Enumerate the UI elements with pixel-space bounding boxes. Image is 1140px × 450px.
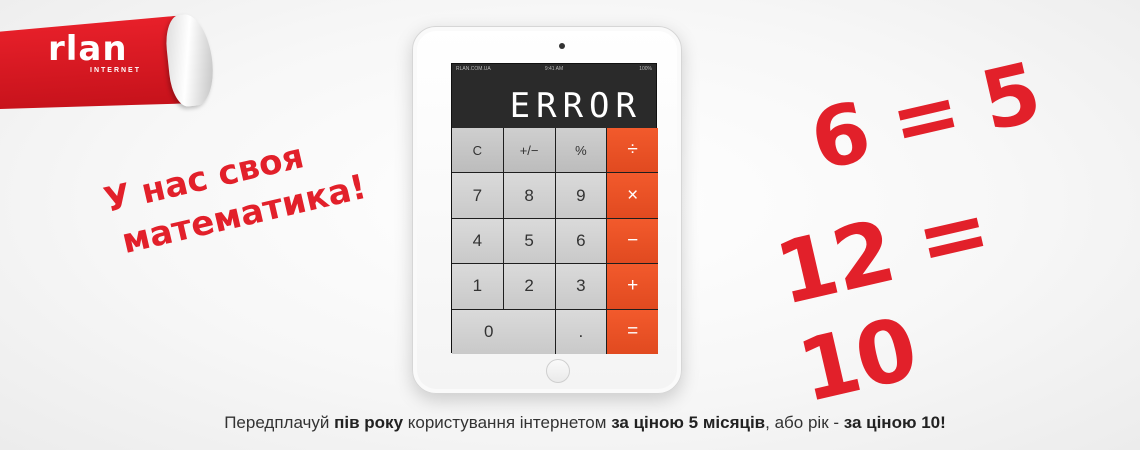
calc-key[interactable]: . bbox=[555, 309, 607, 354]
status-time: 9:41 AM bbox=[544, 66, 564, 72]
tagline-part-1: Передплачуй bbox=[224, 413, 335, 432]
calc-key[interactable]: 6 bbox=[555, 218, 607, 264]
logo-wordmark: rlan bbox=[48, 29, 128, 69]
calc-key[interactable]: 1 bbox=[452, 264, 503, 309]
calc-key[interactable]: 0 bbox=[452, 309, 555, 354]
tagline-part-2: користування інтернетом bbox=[403, 413, 612, 432]
calc-key[interactable]: 8 bbox=[503, 173, 555, 218]
calc-key[interactable]: = bbox=[607, 309, 658, 354]
equation-first: 6 = 5 bbox=[802, 45, 1048, 190]
calc-key[interactable]: % bbox=[555, 128, 607, 173]
tagline-bold-1: пів року bbox=[334, 413, 404, 432]
calc-key[interactable]: 2 bbox=[503, 264, 555, 309]
slogan: У нас своя математика! bbox=[100, 113, 412, 266]
calc-key[interactable]: 3 bbox=[555, 264, 607, 309]
calc-key[interactable]: 5 bbox=[503, 218, 555, 264]
calc-key[interactable]: + bbox=[607, 264, 658, 309]
tagline-bold-2: за ціною 5 місяців bbox=[611, 413, 766, 432]
status-battery: 100% bbox=[639, 66, 652, 72]
calc-key[interactable]: ÷ bbox=[607, 128, 658, 173]
calculator-screen: RLAN.COM.UA 9:41 AM 100% ERROR C +/−% ÷ 7 8 9… bbox=[451, 63, 658, 354]
logo-subtitle: INTERNET bbox=[90, 67, 141, 74]
tablet-device: RLAN.COM.UA 9:41 AM 100% ERROR C +/−% ÷ 7 8 9… bbox=[412, 26, 682, 394]
calc-key[interactable]: − bbox=[607, 218, 658, 264]
home-button[interactable] bbox=[546, 359, 570, 383]
offer-tagline: Передплачуй пів року користування інтерн… bbox=[0, 413, 1140, 433]
tagline-part-3: , або рік - bbox=[765, 413, 844, 432]
tagline-bold-3: за ціною 10! bbox=[843, 413, 946, 432]
calc-key[interactable]: C bbox=[452, 128, 503, 173]
calculator-keypad: C +/−% ÷ 7 8 9 × 4 5 6− 1 2 3 +0. = bbox=[452, 128, 658, 354]
calc-key[interactable]: 7 bbox=[452, 173, 503, 218]
calc-key[interactable]: 4 bbox=[452, 218, 503, 264]
calc-key[interactable]: +/− bbox=[503, 128, 555, 173]
calc-key[interactable]: × bbox=[607, 173, 658, 218]
camera-dot bbox=[559, 43, 565, 49]
calculator-display: ERROR bbox=[509, 86, 642, 126]
calc-key[interactable]: 9 bbox=[555, 173, 607, 218]
status-bar: RLAN.COM.UA 9:41 AM 100% bbox=[452, 64, 656, 74]
